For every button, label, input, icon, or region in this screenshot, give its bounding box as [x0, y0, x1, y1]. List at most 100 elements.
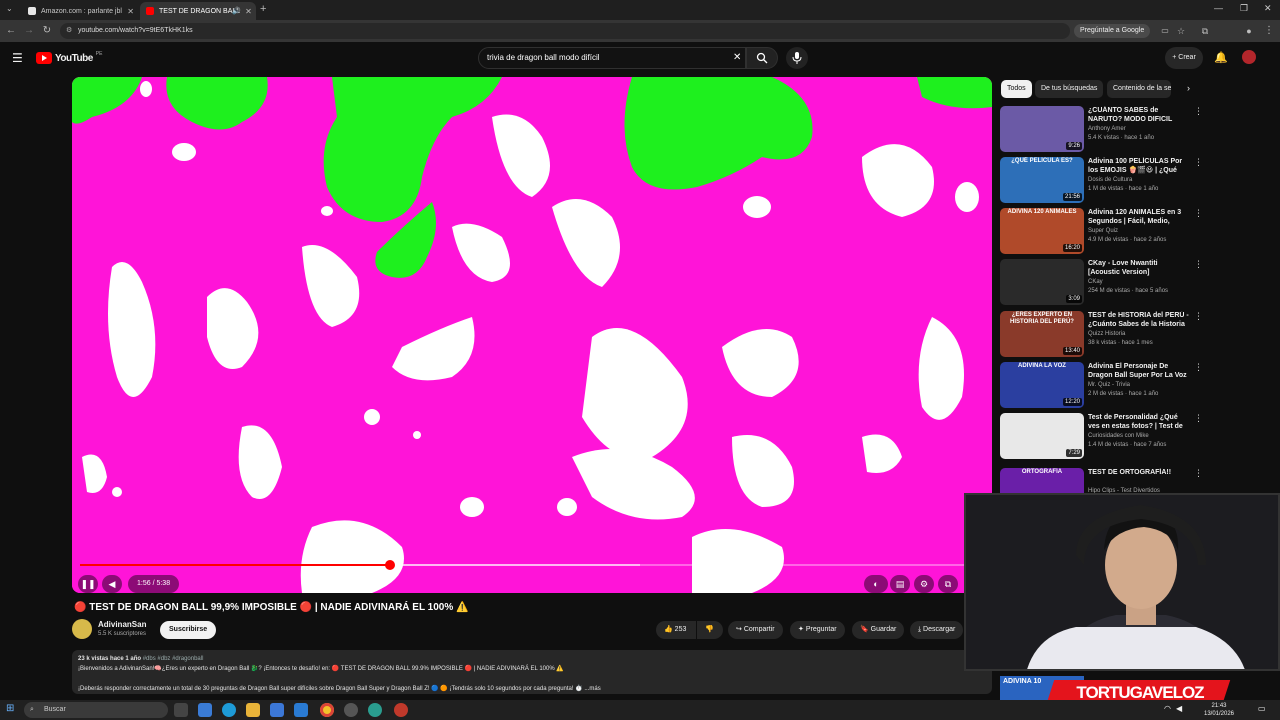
share-button[interactable]: ↪ Compartir	[728, 621, 783, 639]
cast-icon[interactable]: ▭	[1158, 24, 1172, 38]
video-thumbnail[interactable]: ADIVINA LA VOZ 12:20	[1000, 362, 1084, 408]
youtube-logo[interactable]: YouTube PE	[36, 51, 102, 65]
pause-button[interactable]: ❚❚	[78, 575, 98, 593]
recommendation-item[interactable]: ¿ERES EXPERTO EN HISTORIA DEL PERÚ? 13:40…	[1000, 311, 1203, 359]
browser-menu-icon[interactable]: ⋮	[1262, 24, 1276, 38]
new-tab-plus-icon[interactable]: +	[260, 3, 266, 15]
back-arrow-icon[interactable]: ←	[4, 24, 18, 38]
recommendation-item[interactable]: ADIVINA 120 ANIMALES 16:20 Adivina 120 ANI…	[1000, 208, 1203, 256]
video-thumbnail[interactable]: 7:29	[1000, 413, 1084, 459]
close-icon[interactable]: ✕	[245, 7, 252, 16]
wifi-icon[interactable]: ◠	[1164, 704, 1171, 713]
recommendation-title[interactable]: Test de Personalidad ¿Qué ves en estas f…	[1088, 413, 1190, 431]
bookmark-star-icon[interactable]: ☆	[1174, 24, 1188, 38]
mail-icon[interactable]	[294, 703, 308, 717]
more-options-icon[interactable]: ⋮	[1194, 106, 1203, 117]
clear-search-icon[interactable]: ✕	[733, 48, 741, 68]
window-close-icon[interactable]: ✕	[1264, 3, 1272, 14]
close-icon[interactable]: ✕	[127, 7, 134, 16]
more-options-icon[interactable]: ⋮	[1194, 157, 1203, 168]
subtitles-button[interactable]: ▤	[890, 575, 910, 593]
profile-icon[interactable]: ●	[1242, 24, 1256, 38]
chrome-icon[interactable]	[320, 703, 334, 717]
recommendation-item[interactable]: ADIVINA LA VOZ 12:20 Adivina El Personaje …	[1000, 362, 1203, 410]
reload-icon[interactable]: ↻	[40, 24, 54, 38]
recommendation-item[interactable]: ¿QUÉ PELÍCULA ES? 21:56 Adivina 100 PELÍCU…	[1000, 157, 1203, 205]
create-button[interactable]: + Crear	[1165, 47, 1203, 69]
channel-name[interactable]: AdivinanSan	[98, 620, 146, 629]
more-options-icon[interactable]: ⋮	[1194, 311, 1203, 322]
hamburger-menu-icon[interactable]: ☰	[12, 51, 23, 65]
miniplayer-button[interactable]: ⧉	[938, 575, 958, 593]
store-icon[interactable]	[270, 703, 284, 717]
taskbar-search-input[interactable]: ⌕ Buscar	[24, 702, 168, 718]
recommendation-title[interactable]: ¿CUÁNTO SABES de NARUTO? MODO DIFICIL	[1088, 106, 1190, 124]
more-options-icon[interactable]: ⋮	[1194, 413, 1203, 424]
settings-button[interactable]: ⚙	[914, 575, 934, 593]
audio-icon[interactable]: 🔊	[232, 7, 241, 15]
chip-all[interactable]: Todos	[1001, 80, 1032, 98]
tab-amazon[interactable]: Amazon.com : parlante jbl ✕	[22, 2, 140, 20]
video-thumbnail[interactable]: ¿QUÉ PELÍCULA ES? 21:56	[1000, 157, 1084, 203]
more-options-icon[interactable]: ⋮	[1194, 468, 1203, 479]
subscribe-button[interactable]: Suscribirse	[160, 621, 217, 639]
task-view-icon[interactable]	[174, 703, 188, 717]
forward-arrow-icon[interactable]: →	[22, 24, 36, 38]
recorder-icon[interactable]	[394, 703, 408, 717]
channel-avatar[interactable]	[72, 619, 92, 639]
video-thumbnail[interactable]: 9:26	[1000, 106, 1084, 152]
avatar[interactable]	[1242, 50, 1256, 64]
url-field[interactable]: ⚙ youtube.com/watch?v=9tE6TkHK1ks	[60, 23, 1070, 39]
site-info-icon[interactable]: ⚙	[66, 23, 72, 39]
notifications-bell-icon[interactable]: 🔔	[1214, 51, 1228, 64]
recommendation-title[interactable]: TEST de HISTORIA del PERÚ - ¿Cuánto Sabe…	[1088, 311, 1190, 329]
like-button[interactable]: 👍 253	[656, 621, 696, 639]
recommendation-title[interactable]: TEST DE ORTOGRAFÍA!!	[1088, 468, 1190, 477]
recommendation-title[interactable]: Adivina El Personaje De Dragon Ball Supe…	[1088, 362, 1190, 380]
ask-google-button[interactable]: Pregúntale a Google	[1074, 24, 1151, 38]
video-thumbnail[interactable]: ADIVINA 120 ANIMALES 16:20	[1000, 208, 1084, 254]
video-thumbnail[interactable]: ¿ERES EXPERTO EN HISTORIA DEL PERÚ? 13:40	[1000, 311, 1084, 357]
chip-from-searches[interactable]: De tus búsquedas	[1035, 80, 1104, 98]
recommendation-title[interactable]: Adivina 100 PELÍCULAS Por los EMOJIS 🍿🎬😃…	[1088, 157, 1190, 175]
edge-icon[interactable]	[222, 703, 236, 717]
windows-start-icon[interactable]: ⊞	[6, 703, 14, 714]
file-explorer-icon[interactable]	[246, 703, 260, 717]
app-icon[interactable]	[368, 703, 382, 717]
widgets-icon[interactable]	[198, 703, 212, 717]
search-input[interactable]: trivia de dragon ball modo difícil ✕	[478, 47, 746, 69]
recommendation-item[interactable]: 7:29 Test de Personalidad ¿Qué ves en est…	[1000, 413, 1203, 461]
volume-button[interactable]: ◀	[102, 575, 122, 593]
more-options-icon[interactable]: ⋮	[1194, 208, 1203, 219]
recommendation-item[interactable]: 3:09 CKay - Love Nwantiti [Acoustic Versi…	[1000, 259, 1203, 307]
chevron-right-icon[interactable]: ›	[1187, 83, 1190, 93]
hashtags[interactable]: #dbs #dbz #dragonball	[143, 656, 204, 662]
extensions-icon[interactable]: ⧉	[1198, 24, 1212, 38]
ask-button[interactable]: ✦ Preguntar	[790, 621, 845, 639]
recommendation-item[interactable]: 9:26 ¿CUÁNTO SABES de NARUTO? MODO DIFICI…	[1000, 106, 1203, 154]
voice-search-button[interactable]	[786, 47, 808, 69]
progress-bar[interactable]	[80, 560, 983, 570]
dislike-button[interactable]: 👎	[697, 621, 723, 639]
download-button[interactable]: ⤓ Descargar	[910, 621, 964, 639]
video-thumbnail[interactable]: 3:09	[1000, 259, 1084, 305]
save-button[interactable]: 🔖 Guardar	[852, 621, 905, 639]
minimize-icon[interactable]: —	[1214, 3, 1223, 13]
restore-icon[interactable]: ❐	[1240, 3, 1248, 14]
search-button[interactable]	[746, 47, 778, 69]
chip-related[interactable]: Contenido de la se	[1107, 80, 1171, 98]
notifications-icon[interactable]: ▭	[1258, 704, 1266, 713]
system-clock[interactable]: 21:43 13/01/2026	[1196, 702, 1242, 718]
recommendation-title[interactable]: CKay - Love Nwantiti [Acoustic Version]	[1088, 259, 1190, 277]
more-options-icon[interactable]: ⋮	[1194, 362, 1203, 373]
scrubber-handle[interactable]	[384, 560, 395, 570]
speaker-icon[interactable]: ◀	[1176, 704, 1182, 713]
tab-menu-chevron-icon[interactable]: ⌄	[6, 4, 13, 13]
more-options-icon[interactable]: ⋮	[1194, 259, 1203, 270]
tab-youtube[interactable]: TEST DE DRAGON BALL 🔊 ✕	[140, 2, 256, 20]
description-box[interactable]: 23 k vistas hace 1 año #dbs #dbz #dragon…	[72, 650, 992, 694]
autoplay-toggle[interactable]: ◐	[864, 575, 888, 593]
recommendation-title[interactable]: Adivina 120 ANIMALES en 3 Segundos | Fác…	[1088, 208, 1190, 226]
obs-icon[interactable]	[344, 703, 358, 717]
video-player[interactable]: ❚❚ ◀ 1:56 / 5:38 ◐ ▤ ⚙ ⧉	[72, 77, 992, 593]
